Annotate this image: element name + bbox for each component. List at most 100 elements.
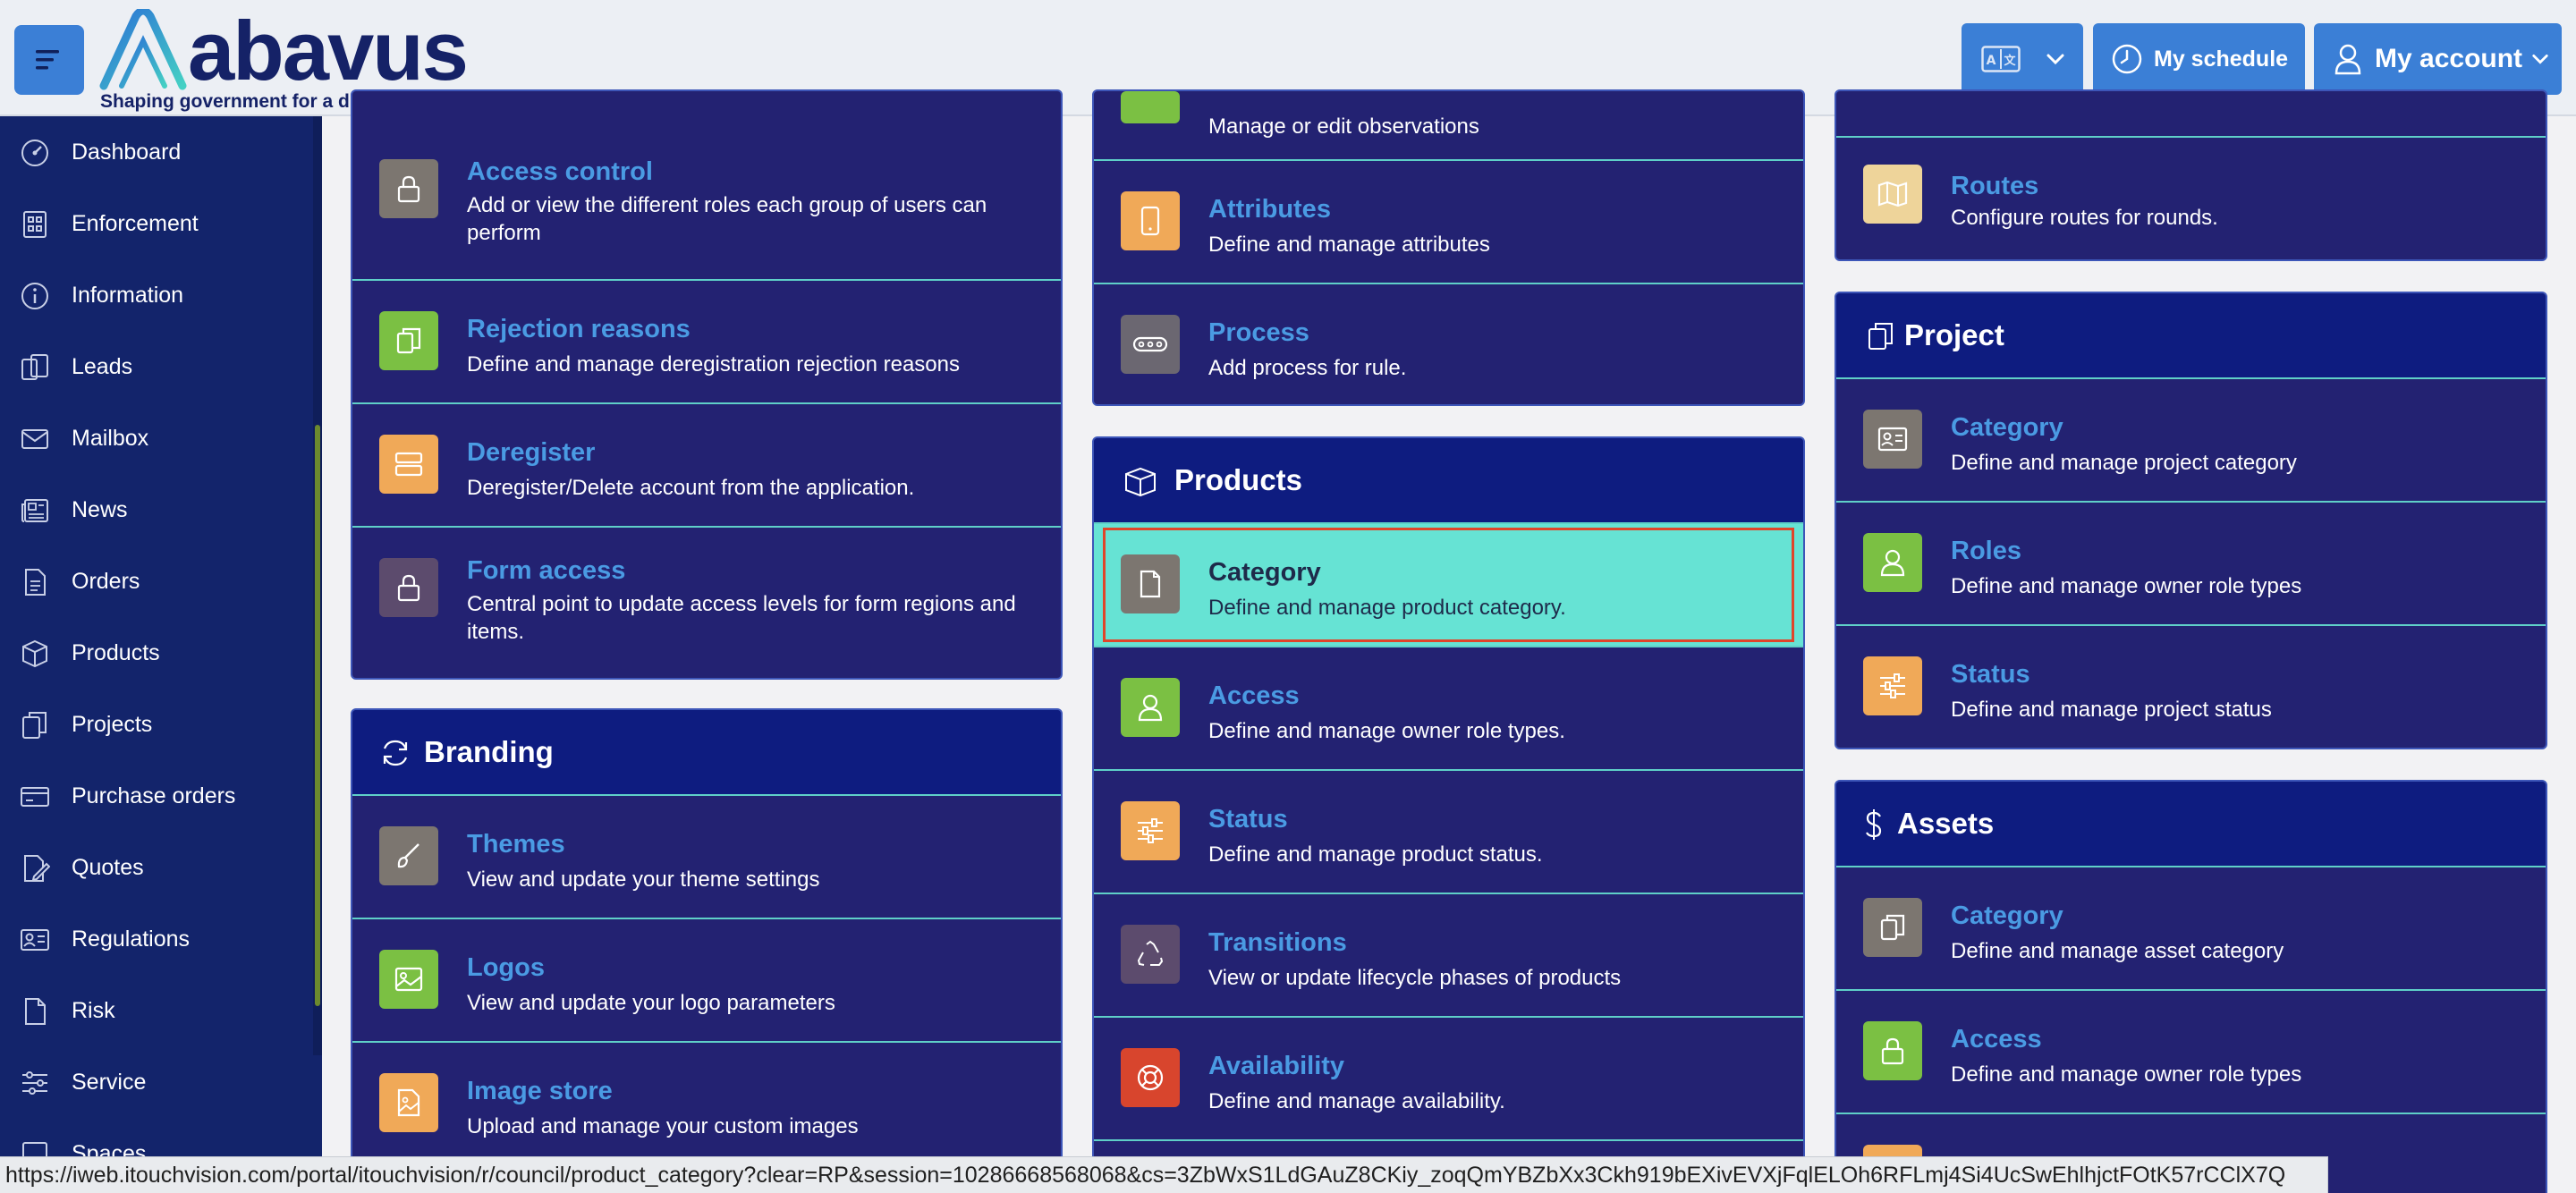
sidebar-item-mailbox[interactable]: Mailbox (0, 402, 309, 474)
svg-text:文: 文 (2004, 54, 2016, 68)
lock-icon (379, 159, 438, 218)
my-account-button[interactable]: My account (2314, 23, 2562, 95)
process-row[interactable]: Process Add process for rule. (1094, 284, 1803, 404)
form-access-row[interactable]: Form access Central point to update acce… (352, 528, 1061, 678)
partial-row-top (1836, 91, 2546, 138)
sidebar-item-purchase-orders[interactable]: Purchase orders (0, 760, 309, 832)
sidebar-scrollbar-thumb[interactable] (315, 425, 320, 1006)
row-title: Category (1208, 558, 1321, 587)
product-category-row[interactable]: Category Define and manage product categ… (1094, 524, 1803, 647)
sidebar-item-news[interactable]: News (0, 474, 309, 546)
row-title: Transitions (1208, 928, 1347, 957)
logos-row[interactable]: Logos View and update your logo paramete… (352, 919, 1061, 1043)
row-description: Central point to update access levels fo… (467, 592, 1016, 644)
my-schedule-button[interactable]: My schedule (2093, 23, 2305, 95)
sidebar-item-information[interactable]: Information (0, 259, 309, 331)
row-title: Form access (467, 556, 626, 585)
language-dropdown-button[interactable]: A 文 (1962, 23, 2083, 95)
project-status-row[interactable]: Status Define and manage project status (1836, 626, 2546, 748)
sidebar-item-label: Products (72, 640, 160, 665)
observations-row[interactable]: Manage or edit observations (1094, 91, 1803, 161)
row-title: Deregister (467, 438, 596, 467)
sidebar-item-label: Information (72, 283, 184, 308)
sidebar-item-regulations[interactable]: Regulations (0, 903, 309, 975)
mobile-icon (1121, 191, 1180, 250)
sidebar-item-orders[interactable]: Orders (0, 546, 309, 617)
panel-header: Branding (352, 710, 1061, 796)
hamburger-menu-button[interactable] (14, 25, 84, 95)
row-title: Access (1951, 1025, 2042, 1053)
image-store-row[interactable]: Image store Upload and manage your custo… (352, 1043, 1061, 1166)
row-title: Themes (467, 830, 565, 859)
image-icon (379, 950, 438, 1009)
lock-icon (379, 558, 438, 617)
sidebar-item-dashboard[interactable]: Dashboard (0, 116, 309, 188)
row-title: Process (1208, 318, 1309, 347)
svg-text:A: A (1987, 54, 1996, 68)
sidebar-item-products[interactable]: Products (0, 617, 309, 689)
sidebar-item-label: Enforcement (72, 211, 199, 236)
project-category-row[interactable]: Category Define and manage project categ… (1836, 379, 2546, 503)
panel-title: Branding (424, 735, 554, 768)
project-panel: Project Category Define and manage proje… (1835, 292, 2547, 749)
sidebar-item-quotes[interactable]: Quotes (0, 832, 309, 903)
quotes-icon (24, 855, 50, 882)
row-description: Define and manage availability. (1208, 1089, 1505, 1113)
access-control-row[interactable]: Access control Add or view the different… (352, 129, 1061, 281)
rounds-panel-partial: Routes Configure routes for rounds. (1835, 89, 2547, 261)
selection-highlight (1103, 528, 1794, 642)
box-icon (1125, 467, 1156, 497)
row-description: Define and manage owner role types (1951, 1062, 2302, 1087)
routes-row[interactable]: Routes Configure routes for rounds. (1836, 138, 2546, 259)
row-title: Attributes (1208, 195, 1331, 224)
row-description: Deregister/Delete account from the appli… (467, 476, 915, 500)
sidebar-item-enforcement[interactable]: Enforcement (0, 188, 309, 259)
regulations-icon (21, 929, 49, 951)
product-access-row[interactable]: Access Define and manage owner role type… (1094, 647, 1803, 771)
map-icon (1863, 165, 1922, 224)
chevron-down-icon (2046, 54, 2064, 65)
row-title: Availability (1208, 1052, 1345, 1080)
sidebar-item-label: Risk (72, 998, 115, 1023)
product-availability-row[interactable]: Availability Define and manage availabil… (1094, 1018, 1803, 1141)
sidebar-item-leads[interactable]: Leads (0, 331, 309, 402)
clock-icon (2112, 44, 2142, 74)
row-title: Status (1208, 805, 1288, 833)
row-description: Define and manage owner role types (1951, 574, 2302, 598)
sidebar-item-service[interactable]: Service (0, 1046, 309, 1118)
attributes-row[interactable]: Attributes Define and manage attributes (1094, 161, 1803, 284)
refresh-icon (383, 740, 408, 766)
sidebar-item-label: Leads (72, 354, 133, 379)
sidebar-item-label: Projects (72, 712, 153, 737)
row-description: Define and manage product category. (1208, 596, 1566, 620)
purchase-orders-icon (21, 787, 49, 807)
panel-title: Project (1904, 318, 2004, 351)
panel-header: Project (1836, 293, 2546, 379)
translate-icon: A 文 (1981, 46, 2021, 72)
rejection-reasons-row[interactable]: Rejection reasons Define and manage dere… (352, 281, 1061, 404)
sidebar-item-label: Dashboard (72, 140, 182, 165)
themes-row[interactable]: Themes View and update your theme settin… (352, 796, 1061, 919)
row-title: Access control (467, 157, 653, 186)
sidebar-item-projects[interactable]: Projects (0, 689, 309, 760)
my-account-label: My account (2375, 44, 2523, 73)
copy-icon (1863, 898, 1922, 957)
product-status-row[interactable]: Status Define and manage product status. (1094, 771, 1803, 894)
leads-icon (21, 354, 48, 380)
asset-access-row[interactable]: Access Define and manage owner role type… (1836, 991, 2546, 1114)
asset-category-row[interactable]: Category Define and manage asset categor… (1836, 867, 2546, 991)
sidebar-item-label: Quotes (72, 855, 144, 880)
project-roles-row[interactable]: Roles Define and manage owner role types (1836, 503, 2546, 626)
sidebar-item-risk[interactable]: Risk (0, 975, 309, 1046)
copy-icon (379, 311, 438, 370)
product-transitions-row[interactable]: Transitions View or update lifecycle pha… (1094, 894, 1803, 1018)
chevron-down-icon (2532, 54, 2548, 64)
service-icon (22, 1071, 47, 1095)
row-title: Rejection reasons (467, 315, 691, 343)
deregister-row[interactable]: Deregister Deregister/Delete account fro… (352, 404, 1061, 528)
panel-title: Assets (1897, 807, 1995, 840)
panel-title: Products (1174, 463, 1303, 496)
user-icon (1121, 678, 1180, 737)
file-icon (1121, 554, 1180, 613)
row-description: Define and manage product status. (1208, 842, 1543, 867)
